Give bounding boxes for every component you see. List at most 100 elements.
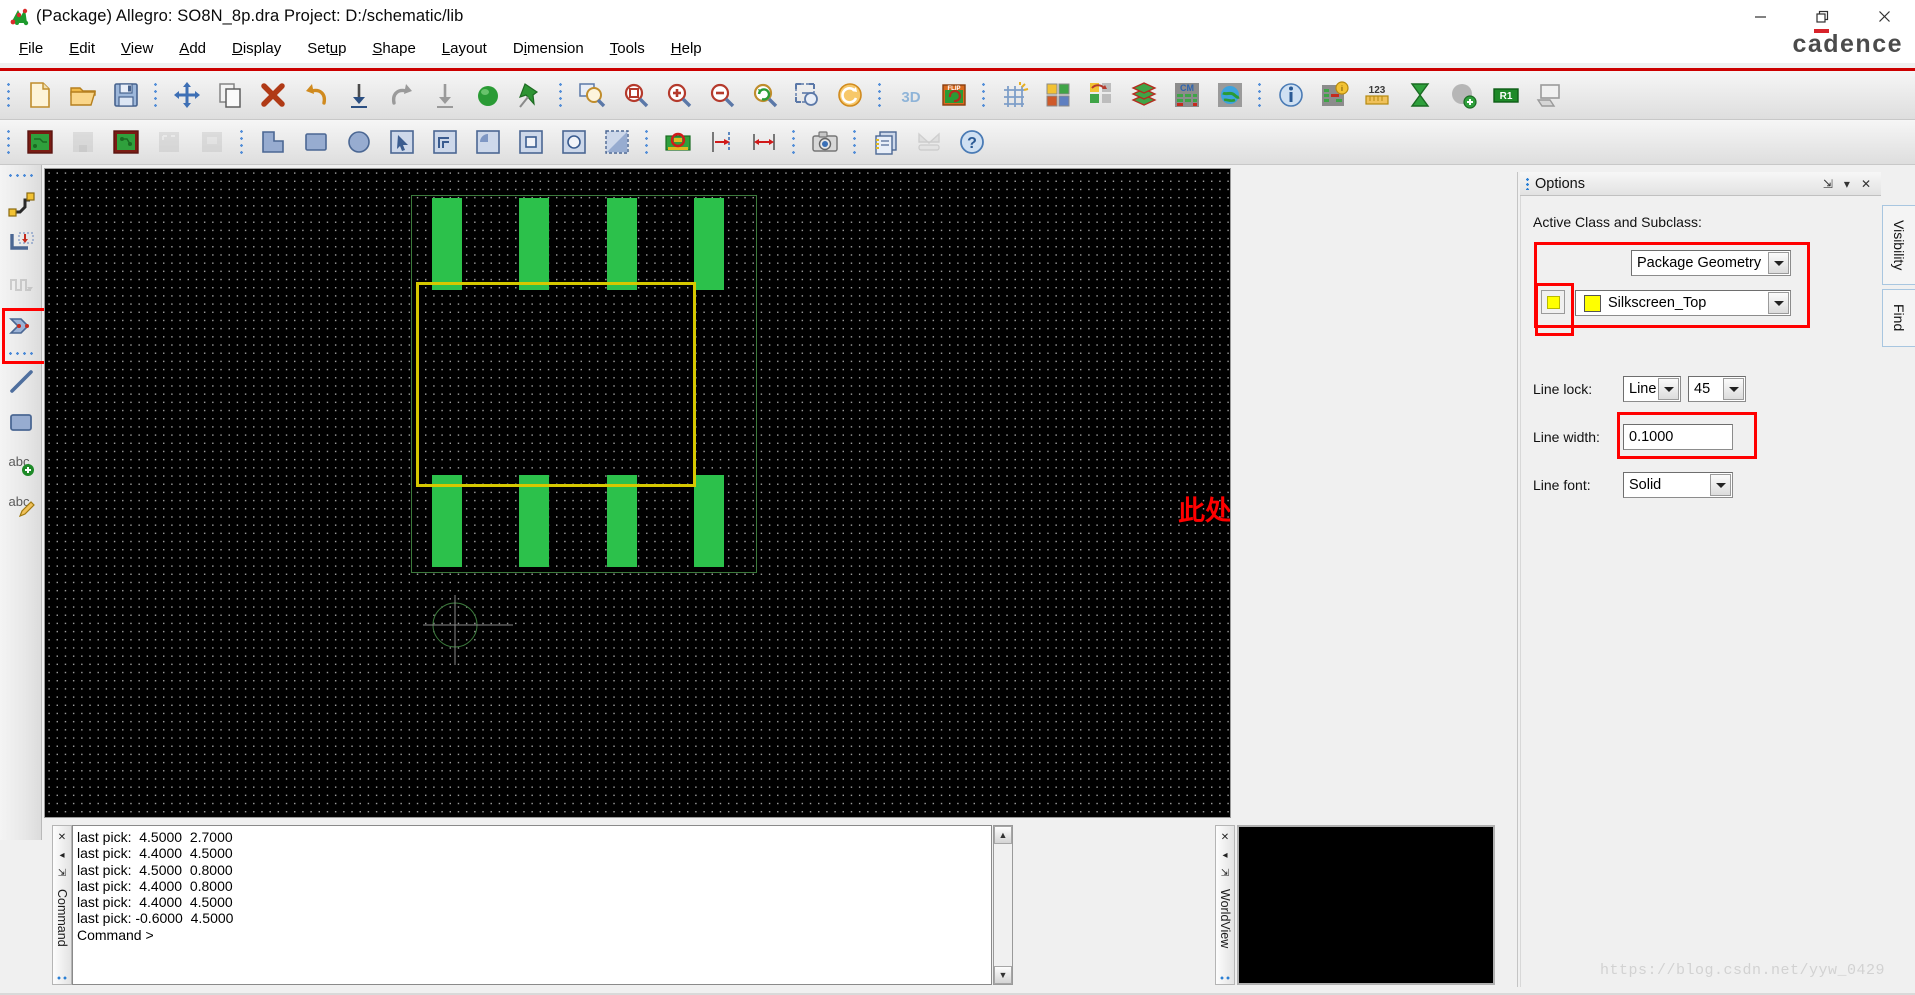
- line-width-input[interactable]: 0.1000: [1623, 424, 1733, 450]
- pushpin-icon[interactable]: [510, 75, 551, 116]
- active-subclass-combo[interactable]: Silkscreen_Top: [1575, 290, 1791, 316]
- worldview-canvas[interactable]: [1237, 825, 1495, 985]
- menu-edit[interactable]: Edit: [56, 37, 108, 60]
- measure-123-icon[interactable]: 123: [1356, 75, 1397, 116]
- pad-6[interactable]: [607, 198, 637, 290]
- globe-grid-icon[interactable]: [1209, 75, 1250, 116]
- pad-1[interactable]: [432, 475, 462, 567]
- plot-icon[interactable]: [908, 122, 949, 163]
- toolbar-grip[interactable]: [642, 126, 652, 158]
- zoom-fit-icon[interactable]: [571, 75, 612, 116]
- delay-tune-icon[interactable]: [1, 265, 40, 304]
- pcb-board-green-icon[interactable]: [19, 122, 60, 163]
- layers-icon[interactable]: [1123, 75, 1164, 116]
- pad-4[interactable]: [694, 475, 724, 567]
- pad-5[interactable]: [694, 198, 724, 290]
- console-pin-icon[interactable]: ⇲: [58, 868, 66, 880]
- shape-offset-icon[interactable]: [424, 122, 465, 163]
- add-connect-line-icon[interactable]: [1, 183, 40, 222]
- pad-2[interactable]: [519, 475, 549, 567]
- camera-icon[interactable]: [804, 122, 845, 163]
- worldview-collapse-icon[interactable]: ◂: [1222, 850, 1227, 862]
- pad-7[interactable]: [519, 198, 549, 290]
- minimize-button[interactable]: [1729, 0, 1791, 33]
- worldview-close-icon[interactable]: ✕: [1221, 832, 1229, 844]
- menu-file[interactable]: File: [6, 37, 56, 60]
- refresh-circle-icon[interactable]: [829, 75, 870, 116]
- add-text-icon[interactable]: abc: [1, 443, 40, 482]
- custom-smooth-icon[interactable]: [1, 306, 40, 345]
- console-collapse-icon[interactable]: ◂: [59, 850, 64, 862]
- design-canvas[interactable]: 此处点右键可修改颜色: [44, 168, 1231, 818]
- new-file-icon[interactable]: [19, 75, 60, 116]
- edit-text-icon[interactable]: abc: [1, 484, 40, 523]
- shape-void-circle-icon[interactable]: [553, 122, 594, 163]
- toolbar-grip[interactable]: [151, 79, 161, 111]
- line-lock-angle-chevron-down-icon[interactable]: [1723, 378, 1744, 400]
- pad-3[interactable]: [607, 475, 637, 567]
- move-icon[interactable]: [166, 75, 207, 116]
- menu-display[interactable]: Display: [219, 37, 294, 60]
- zoom-selection-icon[interactable]: [786, 75, 827, 116]
- undo-icon[interactable]: [295, 75, 336, 116]
- toolbar-grip[interactable]: [979, 79, 989, 111]
- toolbar-grip[interactable]: [4, 126, 14, 158]
- worldview-pin-icon[interactable]: ⇲: [1221, 868, 1229, 880]
- worldview-tab-label[interactable]: WorldView: [1218, 889, 1232, 948]
- menu-view[interactable]: View: [108, 37, 166, 60]
- info-icon[interactable]: [1270, 75, 1311, 116]
- options-close-icon[interactable]: ✕: [1861, 177, 1871, 191]
- options-pin-icon[interactable]: ⇲: [1823, 177, 1833, 191]
- pcb-board-gray-icon[interactable]: [62, 122, 103, 163]
- toolbar-grip[interactable]: [789, 126, 799, 158]
- toolbar-grip[interactable]: [556, 79, 566, 111]
- menu-add[interactable]: Add: [166, 37, 219, 60]
- console-close-icon[interactable]: ✕: [58, 832, 66, 844]
- line-font-chevron-down-icon[interactable]: [1710, 474, 1731, 496]
- silkscreen-top-rectangle[interactable]: [416, 282, 696, 487]
- pad-8[interactable]: [432, 198, 462, 290]
- three-d-icon[interactable]: 3D: [890, 75, 931, 116]
- redo-icon[interactable]: [381, 75, 422, 116]
- line-font-combo[interactable]: Solid: [1623, 472, 1733, 498]
- menu-dimension[interactable]: Dimension: [500, 37, 597, 60]
- scroll-down-arrow[interactable]: ▼: [994, 966, 1012, 984]
- board-dash-icon[interactable]: [148, 122, 189, 163]
- menu-tools[interactable]: Tools: [597, 37, 658, 60]
- active-class-chevron-down-icon[interactable]: [1768, 252, 1789, 274]
- shape-select-icon[interactable]: [381, 122, 422, 163]
- copy-icon[interactable]: [209, 75, 250, 116]
- line-lock-combo[interactable]: Line: [1623, 376, 1681, 402]
- pcb-board-green2-icon[interactable]: [105, 122, 146, 163]
- add-rect-icon[interactable]: [1, 402, 40, 441]
- delete-x-icon[interactable]: [252, 75, 293, 116]
- zoom-out-icon[interactable]: [700, 75, 741, 116]
- help-icon[interactable]: ?: [951, 122, 992, 163]
- toolbar-grip[interactable]: [4, 79, 14, 111]
- toolbar-grip[interactable]: [1255, 79, 1265, 111]
- console-tab-label[interactable]: Command: [55, 889, 69, 947]
- screen-capture-icon[interactable]: [1528, 75, 1569, 116]
- add-shape-icon[interactable]: [1442, 75, 1483, 116]
- add-line-icon[interactable]: [1, 361, 40, 400]
- flip-design-icon[interactable]: FLIP: [933, 75, 974, 116]
- slide-icon[interactable]: [1, 224, 40, 263]
- active-class-combo[interactable]: Package Geometry: [1631, 250, 1791, 276]
- dim-linear-icon[interactable]: [743, 122, 784, 163]
- close-button[interactable]: [1853, 0, 1915, 33]
- drc-icon[interactable]: [657, 122, 698, 163]
- options-menu-icon[interactable]: ▾: [1844, 177, 1850, 191]
- right-tab-find[interactable]: Find: [1882, 289, 1915, 346]
- subclass-icon[interactable]: [1080, 75, 1121, 116]
- green-ball-icon[interactable]: [467, 75, 508, 116]
- menu-layout[interactable]: Layout: [429, 37, 500, 60]
- save-disk-icon[interactable]: [105, 75, 146, 116]
- down-arrow-icon[interactable]: [338, 75, 379, 116]
- toolbar-grip[interactable]: [237, 126, 247, 158]
- dim-leader-icon[interactable]: [700, 122, 741, 163]
- shape-circle-icon[interactable]: [338, 122, 379, 163]
- down-arrow2-icon[interactable]: [424, 75, 465, 116]
- active-subclass-chevron-down-icon[interactable]: [1768, 292, 1789, 314]
- left-toolbar-grip[interactable]: [6, 349, 36, 358]
- line-lock-chevron-down-icon[interactable]: [1658, 378, 1679, 400]
